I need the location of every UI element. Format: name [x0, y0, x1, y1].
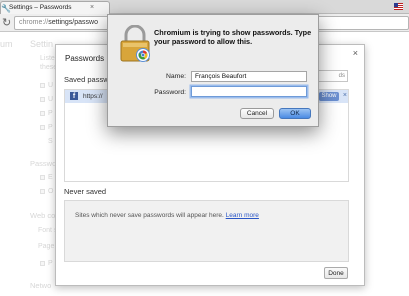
reload-icon[interactable]: ↻	[2, 16, 11, 29]
never-saved-label: Never saved	[64, 187, 107, 196]
site-url: https://	[83, 93, 103, 100]
ok-button[interactable]: OK	[279, 108, 311, 119]
learn-more-link[interactable]: Learn more	[226, 212, 259, 219]
never-saved-list: Sites which never save passwords will ap…	[64, 200, 349, 262]
remove-icon[interactable]: ×	[343, 92, 347, 99]
flag-icon[interactable]	[394, 3, 403, 10]
auth-dialog: Chromium is trying to show passwords. Ty…	[107, 14, 319, 127]
search-text: ds	[338, 73, 345, 79]
show-password-button[interactable]: Show	[319, 92, 339, 101]
password-label: Password:	[154, 89, 186, 96]
done-button[interactable]: Done	[324, 267, 348, 279]
url-text: chrome://settings/passwo	[19, 19, 98, 26]
tab-title: Settings – Passwords	[9, 4, 72, 11]
tab-strip: 🔧 Settings – Passwords ×	[0, 0, 409, 14]
lock-icon	[120, 25, 150, 62]
dialog-message: Chromium is trying to show passwords. Ty…	[154, 28, 312, 46]
close-icon[interactable]: ×	[353, 48, 358, 58]
never-saved-note: Sites which never save passwords will ap…	[75, 212, 259, 219]
name-field[interactable]: François Beaufort	[191, 71, 307, 82]
tab-settings-passwords[interactable]: 🔧 Settings – Passwords ×	[0, 1, 110, 14]
password-field[interactable]	[191, 86, 307, 97]
tab-close-icon[interactable]: ×	[90, 4, 94, 11]
cancel-button[interactable]: Cancel	[240, 108, 274, 119]
saved-passwords-label: Saved passw	[64, 75, 109, 84]
wrench-icon: 🔧	[1, 4, 11, 13]
passwords-title: Passwords	[65, 54, 105, 63]
name-label: Name:	[165, 73, 186, 80]
facebook-icon: f	[70, 92, 78, 100]
